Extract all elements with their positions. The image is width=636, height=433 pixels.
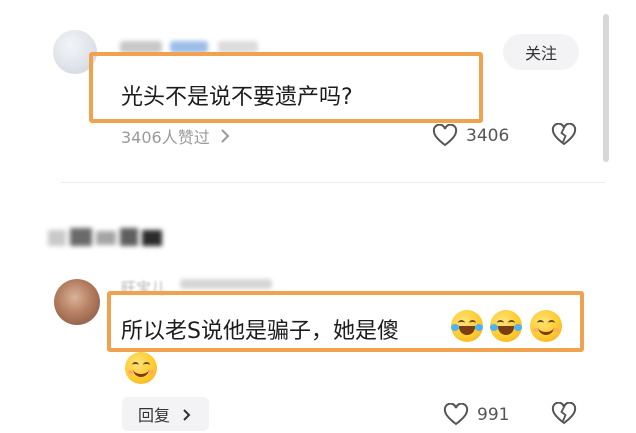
- chevron-right-icon: [221, 129, 230, 143]
- comment-text: 所以老S说他是骗子，她是傻: [121, 319, 399, 344]
- heart-outline-icon: [432, 124, 458, 147]
- likes-summary: 3406人赞过: [121, 128, 210, 147]
- avatar[interactable]: [54, 279, 100, 325]
- blurred-header: [48, 228, 162, 248]
- reply-label: 回复: [137, 406, 170, 425]
- scrollbar[interactable]: [603, 14, 609, 162]
- like-button[interactable]: 3406: [432, 123, 509, 149]
- follow-button[interactable]: 关注: [503, 34, 579, 70]
- smile-emoji: [125, 352, 157, 384]
- dislike-button[interactable]: [551, 401, 577, 430]
- broken-heart-icon: [551, 122, 577, 146]
- user-tag-blurred: [180, 279, 272, 289]
- divider: [60, 182, 605, 183]
- comment-text: 光头不是说不要遗产吗?: [121, 85, 353, 110]
- smile-emoji: [530, 310, 562, 342]
- chevron-right-icon: [183, 409, 191, 421]
- broken-heart-icon: [551, 401, 577, 425]
- heart-outline-icon: [443, 403, 469, 426]
- likes-summary-link[interactable]: 3406人赞过: [121, 124, 232, 148]
- dislike-button[interactable]: [551, 122, 577, 151]
- like-count: 3406: [466, 126, 510, 146]
- like-button[interactable]: 991: [443, 402, 509, 428]
- laugh-cry-emoji: [490, 310, 522, 342]
- like-count: 991: [477, 405, 510, 425]
- laugh-cry-emoji: [451, 310, 483, 342]
- reply-button[interactable]: 回复: [122, 397, 209, 431]
